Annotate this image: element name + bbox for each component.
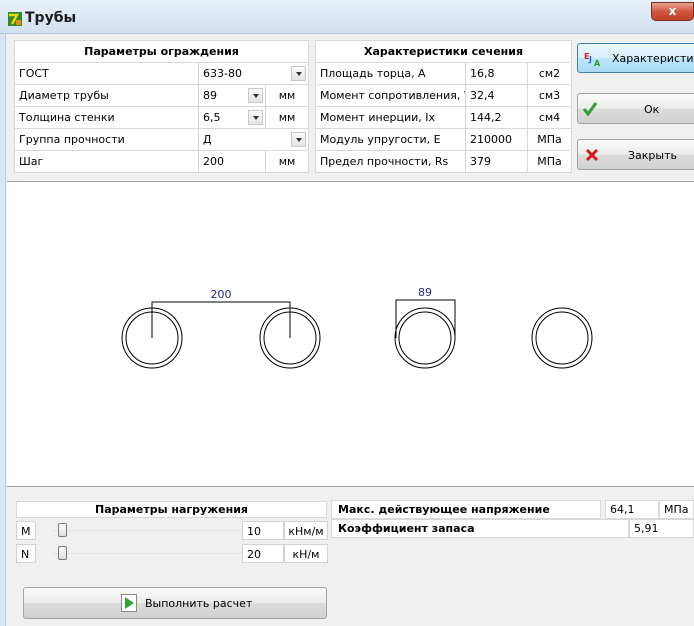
n-slider-thumb[interactable] [57, 546, 67, 560]
n-unit: кН/м [284, 544, 328, 563]
diameter-dimension-line [395, 299, 456, 338]
max-stress-unit: МПа [659, 500, 694, 519]
unit-label: мм [264, 150, 310, 173]
load-parameters-panel: Параметры нагружения M 10 кНм/м N 20 кН/… [16, 497, 328, 621]
row-value: 144,2 [465, 106, 528, 129]
row-value: 210000 [465, 128, 528, 151]
barrier-parameters-table: Параметры ограждения ГОСТ 633-80 Диаметр… [13, 40, 310, 173]
ok-button[interactable]: Ок [577, 93, 694, 124]
table-row: Предел прочности, Rs 379 МПа [315, 150, 573, 173]
row-label: Шаг [14, 150, 199, 173]
characteristics-label: Характеристики [612, 52, 694, 65]
row-value: 32,4 [465, 84, 528, 107]
app-icon [8, 12, 22, 26]
run-calculation-button[interactable]: Выполнить расчет [23, 587, 327, 619]
results-panel: Макс. действующее напряжение 64,1 МПа Ко… [331, 497, 694, 621]
step-input[interactable]: 200 [198, 150, 266, 173]
svg-text:J: J [588, 55, 592, 64]
diameter-dimension-label: 89 [418, 286, 432, 299]
table-row: Толщина стенки 6,5 мм [14, 106, 310, 129]
gost-select[interactable]: 633-80 [197, 62, 310, 85]
table-row: Диаметр трубы 89 мм [14, 84, 310, 107]
unit-label: мм [264, 84, 310, 107]
max-stress-value: 64,1 [605, 500, 659, 519]
row-label: Группа прочности [14, 128, 199, 151]
m-slider-track[interactable] [52, 530, 246, 531]
row-value: 16,8 [465, 62, 528, 85]
section-characteristics-header: Характеристики сечения [314, 40, 573, 63]
gost-value: 633-80 [203, 67, 242, 80]
wall-thickness-select[interactable]: 6,5 [198, 106, 266, 129]
table-row: Модуль упругости, Е 210000 МПа [315, 128, 573, 151]
pipe-circle [394, 307, 456, 369]
table-row: Группа прочности Д [14, 128, 310, 151]
step-dimension-line [151, 301, 291, 338]
close-button[interactable]: Закрыть [577, 139, 694, 170]
play-icon [121, 594, 137, 612]
row-label: Момент инерции, Ix [315, 106, 466, 129]
m-unit: кНм/м [284, 521, 328, 540]
load-parameters-header: Параметры нагружения [16, 501, 327, 518]
m-label: M [16, 521, 36, 540]
chevron-down-icon[interactable] [291, 132, 307, 147]
characteristics-button[interactable]: E J A Характеристики [577, 43, 694, 73]
wall-thickness-value: 6,5 [203, 111, 221, 124]
table-row: Площадь торца, А 16,8 см2 [315, 62, 573, 85]
chevron-down-icon[interactable] [248, 88, 263, 103]
barrier-parameters-header: Параметры ограждения [13, 40, 310, 63]
window-title: Трубы [25, 10, 77, 26]
window-frame [0, 34, 6, 626]
row-label: Момент сопротивления, Wx [315, 84, 466, 107]
n-label: N [16, 544, 36, 563]
characteristics-icon: E J A [584, 52, 600, 67]
check-icon [582, 102, 598, 117]
chevron-down-icon[interactable] [248, 110, 263, 125]
close-icon [585, 148, 599, 162]
svg-text:A: A [594, 59, 600, 67]
unit-label: МПа [526, 150, 573, 173]
section-characteristics-table: Характеристики сечения Площадь торца, А … [314, 40, 573, 173]
row-label: Предел прочности, Rs [315, 150, 466, 173]
unit-label: мм [264, 106, 310, 129]
table-row: Момент инерции, Ix 144,2 см4 [315, 106, 573, 129]
max-stress-label: Макс. действующее напряжение [331, 500, 601, 519]
step-dimension-label: 200 [211, 288, 232, 301]
ok-label: Ок [644, 103, 660, 116]
table-row: Момент сопротивления, Wx 32,4 см3 [315, 84, 573, 107]
close-label: Закрыть [628, 149, 677, 162]
drawing-canvas: 200 89 [7, 181, 694, 487]
table-row: Шаг 200 мм [14, 150, 310, 173]
safety-factor-value: 5,91 [629, 519, 694, 538]
unit-label: см4 [526, 106, 573, 129]
unit-label: МПа [526, 128, 573, 151]
pipe-circle [531, 307, 593, 369]
strength-group-value: Д [203, 133, 212, 146]
row-value: 379 [465, 150, 528, 173]
run-calculation-label: Выполнить расчет [145, 597, 253, 610]
pipe-diameter-select[interactable]: 89 [198, 84, 266, 107]
pipe-layout-drawing: 200 89 [121, 286, 593, 369]
safety-factor-label: Коэффициент запаса [331, 519, 629, 538]
row-label: Диаметр трубы [14, 84, 199, 107]
n-value-input[interactable]: 20 [242, 544, 284, 563]
chevron-down-icon[interactable] [291, 66, 307, 81]
title-bar [0, 0, 694, 34]
m-value-input[interactable]: 10 [242, 521, 284, 540]
m-slider-thumb[interactable] [57, 523, 67, 537]
row-label: Толщина стенки [14, 106, 199, 129]
pipe-diameter-value: 89 [203, 89, 217, 102]
row-label: Площадь торца, А [315, 62, 466, 85]
n-slider-track[interactable] [52, 553, 246, 554]
row-label: ГОСТ [14, 62, 199, 85]
unit-label: см3 [526, 84, 573, 107]
unit-label: см2 [526, 62, 573, 85]
window-close-button[interactable]: x [651, 2, 694, 21]
strength-group-select[interactable]: Д [197, 128, 310, 151]
table-row: ГОСТ 633-80 [14, 62, 310, 85]
row-label: Модуль упругости, Е [315, 128, 466, 151]
